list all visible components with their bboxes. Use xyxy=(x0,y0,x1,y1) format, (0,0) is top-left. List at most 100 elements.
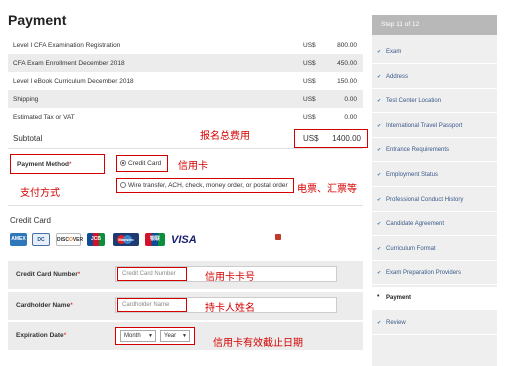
fee-currency: US$ xyxy=(303,60,316,67)
check-icon: ✔ xyxy=(377,196,382,203)
radio-wire-transfer-label: Wire transfer, ACH, check, money order, … xyxy=(128,182,288,189)
annotation-holder-name: 持卡人姓名 xyxy=(205,303,255,314)
step-item-international-travel-passport[interactable]: ✔ International Travel Passport xyxy=(372,114,497,138)
step-label: Address xyxy=(386,73,409,80)
amex-card-icon: AMEX xyxy=(10,233,27,246)
fee-table: Level I CFA Examination Registration US$… xyxy=(8,36,368,150)
card-number-input[interactable]: Credit Card Number xyxy=(117,267,187,281)
payment-main: Payment Level I CFA Examination Registra… xyxy=(0,0,370,366)
annotation-expiry: 信用卡有效截止日期 xyxy=(213,338,303,349)
check-icon: ✔ xyxy=(377,122,382,129)
check-icon: ✔ xyxy=(377,49,382,55)
fee-desc: CFA Exam Enrollment December 2018 xyxy=(13,60,125,67)
flag-icon xyxy=(275,234,281,240)
page-title: Payment xyxy=(8,12,67,28)
radio-credit-card-label: Credit Card xyxy=(128,160,162,167)
fee-currency: US$ xyxy=(303,42,316,49)
annotation-card-number: 信用卡卡号 xyxy=(205,272,255,283)
fee-amount: 150.00 xyxy=(337,78,357,85)
fee-amount: 0.00 xyxy=(344,96,357,103)
step-item-employment-status[interactable]: ✔ Employment Status xyxy=(372,164,497,187)
subtotal-amount: 1400.00 xyxy=(332,134,361,143)
step-label: Exam xyxy=(386,49,402,55)
step-label: Test Center Location xyxy=(386,98,442,105)
check-icon: ✔ xyxy=(377,270,382,277)
subtotal-highlight: US$ 1400.00 xyxy=(294,129,368,148)
cardholder-name-label: Cardholder Name* xyxy=(16,302,73,309)
subtotal-label: Subtotal xyxy=(13,134,43,143)
check-icon: ✔ xyxy=(377,73,382,80)
radio-credit-card[interactable]: Credit Card xyxy=(116,155,168,172)
step-item-curriculum-format[interactable]: ✔ Curriculum Format xyxy=(372,237,497,261)
visa-card-icon: VISA xyxy=(171,234,197,246)
fee-row: Shipping US$ 0.00 xyxy=(8,90,363,108)
dropdown-arrow-icon: ▼ xyxy=(182,333,187,339)
check-icon: ✔ xyxy=(377,147,382,154)
divider xyxy=(8,205,363,206)
unionpay-card-icon: 银联 xyxy=(145,233,165,246)
fee-row: CFA Exam Enrollment December 2018 US$ 45… xyxy=(8,54,363,72)
step-label: Payment xyxy=(386,295,412,301)
fee-row: Level I eBook Curriculum December 2018 U… xyxy=(8,72,363,90)
radio-wire-transfer[interactable]: Wire transfer, ACH, check, money order, … xyxy=(116,178,294,193)
dropdown-arrow-icon: ▼ xyxy=(148,333,153,339)
subtotal-currency: US$ xyxy=(303,134,319,143)
expiration-label: Expiration Date* xyxy=(16,332,67,339)
fee-row: Estimated Tax or VAT US$ 0.00 xyxy=(8,108,363,126)
payment-method-text: Payment Method xyxy=(17,161,70,168)
expiration-select-group: Month ▼ Year ▼ xyxy=(115,327,195,345)
check-icon: ✔ xyxy=(377,172,382,178)
fee-currency: US$ xyxy=(303,78,316,85)
cardholder-name-input[interactable]: Cardholder Name xyxy=(117,298,187,312)
step-label: Exam Preparation Providers xyxy=(386,270,462,277)
step-item-address[interactable]: ✔ Address xyxy=(372,65,497,89)
radio-selected-icon xyxy=(120,160,126,166)
fee-amount: 450.00 xyxy=(337,60,357,67)
maestro-card-icon: Maestro xyxy=(113,233,139,246)
fee-desc: Estimated Tax or VAT xyxy=(13,114,75,121)
step-item-entrance-requirements[interactable]: ✔ Entrance Requirements xyxy=(372,139,497,163)
bullet-icon: • xyxy=(377,293,380,300)
radio-unselected-icon xyxy=(120,182,126,188)
step-item-payment[interactable]: • Payment xyxy=(372,287,497,310)
step-item-review[interactable]: ✔ Review xyxy=(372,311,497,335)
step-item-exam-preparation-providers[interactable]: ✔ Exam Preparation Providers xyxy=(372,262,497,286)
check-icon: ✔ xyxy=(377,319,382,326)
step-label: Curriculum Format xyxy=(386,245,436,252)
check-icon: ✔ xyxy=(377,221,382,228)
diners-card-icon: DC xyxy=(32,233,50,246)
step-item-exam[interactable]: ✔ Exam xyxy=(372,41,497,64)
step-label: Candidate Agreement xyxy=(386,221,445,228)
check-icon: ✔ xyxy=(377,245,382,252)
jcb-card-icon: JCB xyxy=(87,233,105,246)
fee-currency: US$ xyxy=(303,114,316,121)
discover-card-icon: DISCOVER xyxy=(56,233,83,246)
annotation-credit-card: 信用卡 xyxy=(178,161,208,172)
subtotal-row: Subtotal US$ 1400.00 xyxy=(8,128,368,150)
fee-row: Level I CFA Examination Registration US$… xyxy=(8,36,363,54)
step-item-test-center-location[interactable]: ✔ Test Center Location xyxy=(372,90,497,114)
credit-card-heading: Credit Card xyxy=(10,216,51,225)
steps-sidebar: Step 11 of 12 ✔ Exam ✔ Address ✔ Test Center … xyxy=(372,15,497,366)
fee-desc: Shipping xyxy=(13,96,39,103)
fee-desc: Level I eBook Curriculum December 2018 xyxy=(13,78,134,85)
step-label: Entrance Requirements xyxy=(386,147,450,154)
step-label: Professional Conduct History xyxy=(386,196,464,203)
step-item-candidate-agreement[interactable]: ✔ Candidate Agreement xyxy=(372,213,497,237)
payment-method-label: Payment Method* xyxy=(10,154,105,174)
divider xyxy=(8,148,363,149)
step-label: Employment Status xyxy=(386,172,439,178)
year-select[interactable]: Year ▼ xyxy=(160,330,190,342)
step-label: Review xyxy=(386,319,406,326)
required-mark: * xyxy=(69,161,72,168)
annotation-payment-method: 支付方式 xyxy=(20,188,60,199)
step-item-professional-conduct-history[interactable]: ✔ Professional Conduct History xyxy=(372,188,497,212)
step-label: International Travel Passport xyxy=(386,122,463,129)
step-counter: Step 11 of 12 xyxy=(372,15,497,35)
annotation-total-fee: 报名总费用 xyxy=(200,131,250,142)
month-select[interactable]: Month ▼ xyxy=(120,330,156,342)
fee-currency: US$ xyxy=(303,96,316,103)
check-icon: ✔ xyxy=(377,98,382,105)
annotation-telegraph: 电票、汇票等 xyxy=(297,184,357,195)
card-number-label: Credit Card Number* xyxy=(16,271,81,278)
